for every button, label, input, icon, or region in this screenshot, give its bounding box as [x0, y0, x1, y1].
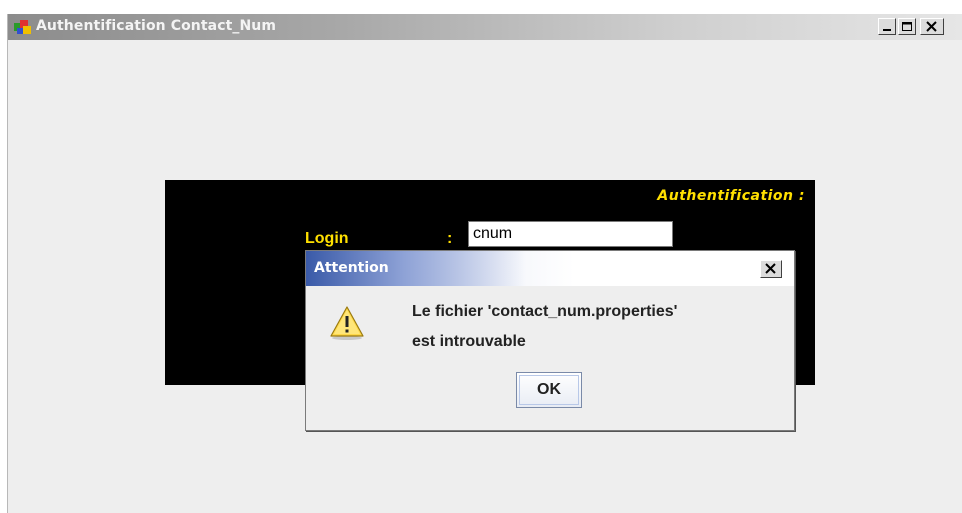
maximize-icon — [902, 22, 912, 31]
app-icon — [14, 19, 32, 35]
login-input[interactable] — [468, 221, 673, 247]
minimize-icon — [883, 29, 891, 31]
warning-icon — [330, 305, 364, 341]
minimize-button[interactable] — [878, 18, 896, 35]
attention-dialog: Attention Le fichier 'contact_num.proper… — [305, 250, 795, 431]
auth-heading: Authentification : — [657, 188, 805, 204]
dialog-close-button[interactable] — [760, 260, 782, 278]
window-close-button[interactable] — [920, 18, 944, 35]
close-icon — [765, 263, 776, 274]
dialog-title: Attention — [314, 260, 389, 276]
window-titlebar[interactable]: Authentification Contact_Num — [8, 14, 962, 40]
maximize-button[interactable] — [898, 18, 916, 35]
dialog-titlebar[interactable]: Attention — [306, 251, 794, 286]
window-title: Authentification Contact_Num — [36, 18, 277, 34]
login-separator: : — [447, 230, 453, 247]
dialog-message-line-1: Le fichier 'contact_num.properties' — [412, 303, 678, 320]
screen: Authentification Contact_Num Authentific… — [0, 0, 962, 513]
login-label: Login — [305, 230, 349, 247]
close-icon — [926, 21, 937, 32]
ok-button[interactable]: OK — [516, 372, 582, 408]
dialog-message-line-2: est introuvable — [412, 333, 526, 350]
